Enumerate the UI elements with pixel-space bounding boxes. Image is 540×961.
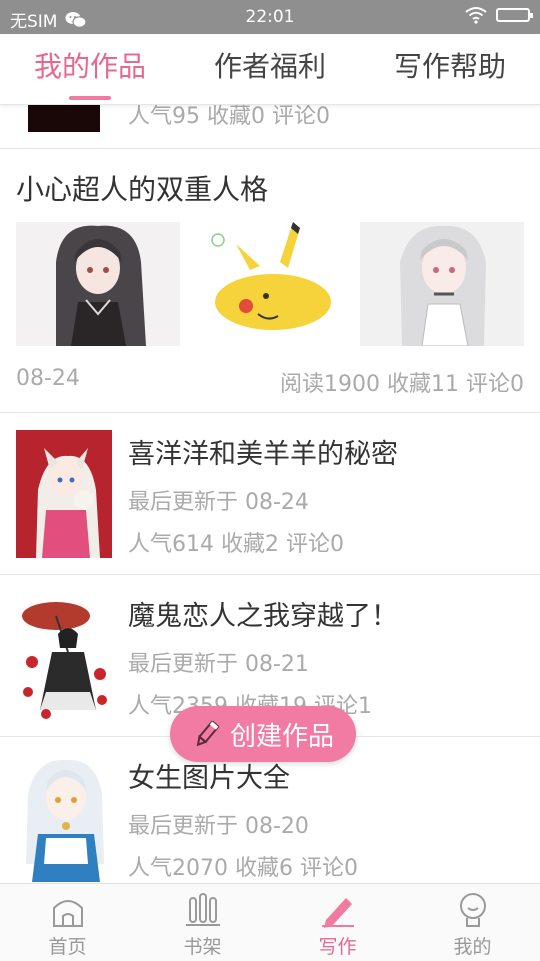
pen-icon [321,898,354,928]
work-stats: 人气614 收藏2 评论0 [128,532,344,557]
partial-cover-image [28,104,100,132]
album-image-silver-haired-girl [360,222,524,346]
active-tab-indicator [69,96,111,100]
wifi-icon [465,7,487,24]
work-updated: 最后更新于 08-21 [128,652,309,677]
work-title: 魔鬼恋人之我穿越了！ [128,601,398,632]
status-time: 22:01 [245,7,295,27]
profile-icon [459,893,486,927]
divider [0,412,540,413]
nav-bookshelf-label: 书架 [183,936,222,958]
nav-write[interactable]: 写作 [270,884,405,961]
work-updated: 最后更新于 08-20 [128,814,309,839]
bottom-nav: 首页 书架 写作 我的 [0,883,540,961]
nav-profile-label: 我的 [453,936,492,958]
bookshelf-icon [185,893,220,926]
create-work-label: 创建作品 [229,721,334,752]
tab-my-works[interactable]: 我的作品 [0,34,180,104]
divider [0,148,540,149]
works-list[interactable]: 人气95 收藏0 评论0 小心超人的双重人格 08-24 阅读1900 收藏11… [0,104,540,883]
nav-home[interactable]: 首页 [0,884,135,961]
nav-profile[interactable]: 我的 [405,884,540,961]
tab-writing-help-label: 写作帮助 [393,50,506,83]
tab-my-works-label: 我的作品 [33,50,146,83]
tab-author-benefits-label: 作者福利 [213,50,326,83]
top-tab-bar: 我的作品 作者福利 写作帮助 [0,34,540,105]
work-cover-3 [16,754,112,882]
nav-bookshelf[interactable]: 书架 [135,884,270,961]
album-image-pikachu [188,222,352,346]
album-image-dark-haired-girl [16,222,180,346]
home-icon [52,900,83,927]
work-title: 喜洋洋和美羊羊的秘密 [128,439,398,470]
divider [0,574,540,575]
album-date: 08-24 [16,366,80,391]
work-stats: 人气2070 收藏6 评论0 [128,856,358,881]
create-work-button[interactable]: 创建作品 [170,706,356,762]
tab-author-benefits[interactable]: 作者福利 [180,34,360,104]
work-updated: 最后更新于 08-24 [128,490,309,515]
pencil-icon [196,720,219,747]
status-right [464,6,533,24]
work-cover-2 [16,592,112,720]
nav-write-label: 写作 [318,936,357,958]
partial-stats: 人气95 收藏0 评论0 [128,104,330,129]
tab-writing-help[interactable]: 写作帮助 [360,34,540,104]
album-stats: 阅读1900 收藏11 评论0 [280,372,524,397]
battery-icon [496,8,533,22]
work-item-1[interactable]: 喜洋洋和美羊羊的秘密 最后更新于 08-24 人气614 收藏2 评论0 [0,414,540,574]
status-bar: 无SIM 22:01 [0,0,540,34]
nav-home-label: 首页 [48,936,87,958]
work-cover-1 [16,430,112,558]
album-title: 小心超人的双重人格 [16,173,269,206]
